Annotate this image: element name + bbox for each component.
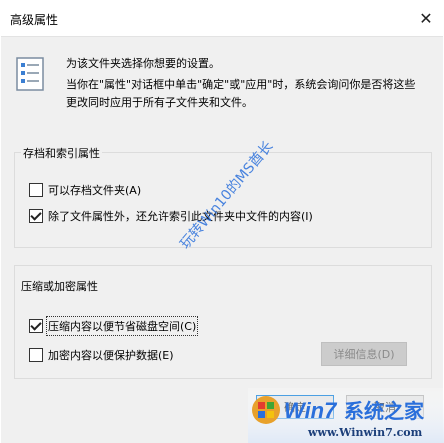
compress-checkbox-row[interactable]: 压缩内容以便节省磁盘空间(C) bbox=[29, 316, 199, 336]
index-checkbox-row[interactable]: 除了文件属性外，还允许索引此文件夹中文件的内容(I) bbox=[29, 208, 313, 224]
details-button[interactable]: 详细信息(D) bbox=[321, 342, 407, 366]
encrypt-checkbox-label: 加密内容以便保护数据(E) bbox=[48, 349, 174, 362]
close-button[interactable]: ✕ bbox=[408, 0, 444, 36]
index-checkbox[interactable] bbox=[29, 209, 43, 223]
window-title: 高级属性 bbox=[10, 13, 59, 27]
winwin7-logo: Win7 系统之家 www.Winwin7.com bbox=[248, 388, 444, 443]
logo-win-text: Win7 bbox=[284, 398, 338, 423]
archive-checkbox[interactable] bbox=[29, 183, 43, 197]
archive-group-title: 存档和索引属性 bbox=[21, 145, 102, 161]
dialog-body: 为该文件夹选择你想要的设置。 当你在"属性"对话框中单击"确定"或"应用"时，系… bbox=[1, 36, 443, 443]
compress-group-title: 压缩或加密属性 bbox=[21, 280, 98, 293]
compress-checkbox-label: 压缩内容以便节省磁盘空间(C) bbox=[45, 316, 199, 336]
settings-list-icon bbox=[16, 57, 44, 91]
logo-brand-text: 系统之家 bbox=[344, 399, 425, 423]
intro-line-2: 当你在"属性"对话框中单击"确定"或"应用"时，系统会询问你是否将这些更改同时应… bbox=[66, 78, 416, 109]
compress-checkbox[interactable] bbox=[29, 319, 43, 333]
archive-checkbox-row[interactable]: 可以存档文件夹(A) bbox=[29, 182, 141, 198]
close-icon: ✕ bbox=[419, 8, 433, 28]
archive-checkbox-label: 可以存档文件夹(A) bbox=[48, 184, 142, 197]
index-checkbox-label: 除了文件属性外，还允许索引此文件夹中文件的内容(I) bbox=[48, 210, 313, 223]
title-bar: 高级属性 ✕ bbox=[0, 0, 444, 36]
logo-url-text: www.Winwin7.com bbox=[307, 426, 423, 439]
encrypt-checkbox[interactable] bbox=[29, 348, 43, 362]
encrypt-checkbox-row[interactable]: 加密内容以便保护数据(E) bbox=[29, 347, 174, 363]
intro-line-1: 为该文件夹选择你想要的设置。 bbox=[66, 57, 220, 70]
